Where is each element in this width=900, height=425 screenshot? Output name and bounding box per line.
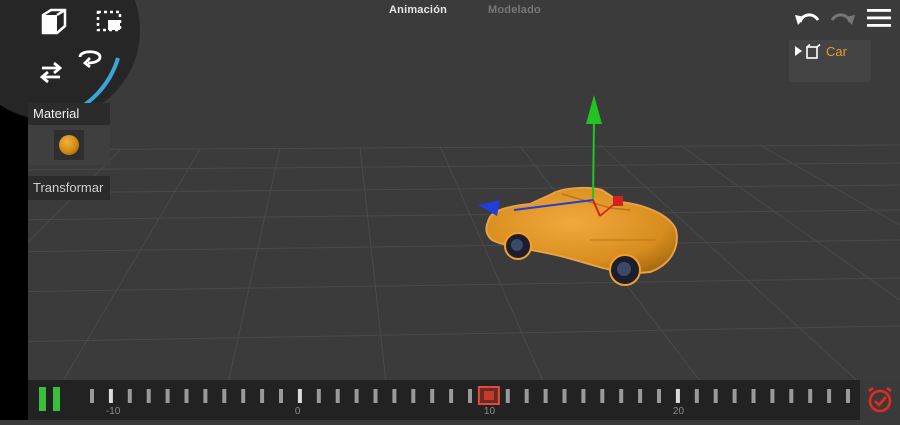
timeline-tick: [789, 389, 794, 403]
timeline-tick: [675, 389, 680, 403]
timeline-tick: [619, 389, 624, 403]
timeline-tick: [184, 389, 189, 403]
timeline-tick: [335, 389, 340, 403]
timeline-ticks[interactable]: -100102030: [28, 380, 900, 420]
tab-modelado[interactable]: Modelado: [488, 4, 541, 16]
undo-icon[interactable]: [793, 8, 821, 33]
timeline-tick: [600, 389, 605, 403]
timeline-label: 10: [484, 406, 496, 417]
timeline-tick: [316, 389, 321, 403]
timeline-tick: [449, 389, 454, 403]
timeline-tick: [770, 389, 775, 403]
redo-icon[interactable]: [829, 8, 857, 33]
rotate-icon[interactable]: [76, 46, 104, 73]
move-arrows-icon[interactable]: [38, 60, 64, 89]
timeline-tick: [279, 389, 283, 403]
timeline-tick: [505, 389, 510, 403]
menu-icon[interactable]: [866, 8, 892, 33]
timeline-tick: [411, 389, 416, 403]
timeline-tick: [827, 389, 832, 403]
timeline-tick: [581, 389, 586, 403]
car-wheel-front: [504, 232, 532, 260]
cube-icon[interactable]: [39, 8, 69, 43]
car-wheel-rear: [609, 254, 641, 286]
timeline-tick: [694, 389, 699, 403]
alarm-button[interactable]: [860, 380, 900, 420]
timeline-label: 0: [295, 406, 301, 417]
timeline-tick: [638, 389, 643, 403]
timeline-tick: [808, 389, 813, 403]
timeline-tick: [468, 389, 472, 403]
gizmo-y-axis[interactable]: [586, 95, 602, 201]
outliner-item-car[interactable]: [794, 43, 822, 62]
timeline-tick: [430, 389, 435, 403]
timeline-tick: [732, 389, 737, 403]
current-frame-marker-inner: [483, 391, 494, 400]
timeline-tick: [562, 389, 567, 403]
car-model[interactable]: [470, 90, 700, 300]
timeline-tick: [108, 389, 113, 403]
tab-animacion[interactable]: Animación: [389, 4, 447, 16]
outliner-item-label[interactable]: Car: [826, 44, 847, 59]
timeline-tick: [846, 389, 850, 403]
timeline-tick: [354, 389, 359, 403]
material-label[interactable]: Material: [28, 103, 110, 125]
timeline-tick: [543, 389, 548, 403]
timeline-tick: [713, 389, 718, 403]
timeline-tick: [392, 389, 397, 403]
material-ball-icon: [59, 135, 79, 155]
expand-arrow-icon[interactable]: [794, 43, 822, 60]
transform-button[interactable]: Transformar: [28, 176, 110, 200]
timeline-tick: [90, 389, 94, 403]
timeline-tick: [127, 389, 132, 403]
timeline-tick: [222, 389, 227, 403]
timeline-tick: [657, 389, 661, 403]
alarm-icon: [868, 386, 892, 413]
timeline-tick: [373, 389, 378, 403]
timeline-tick: [146, 389, 151, 403]
timeline-tick: [165, 389, 170, 403]
timeline-tick: [203, 389, 208, 403]
timeline-label: 20: [673, 406, 685, 417]
timeline-tick: [751, 389, 756, 403]
timeline-tick: [241, 389, 246, 403]
select-box-icon[interactable]: [96, 10, 122, 37]
timeline-tick: [297, 389, 302, 403]
timeline-label: -10: [106, 406, 121, 417]
timeline-tick: [524, 389, 529, 403]
timeline-tick: [260, 389, 265, 403]
